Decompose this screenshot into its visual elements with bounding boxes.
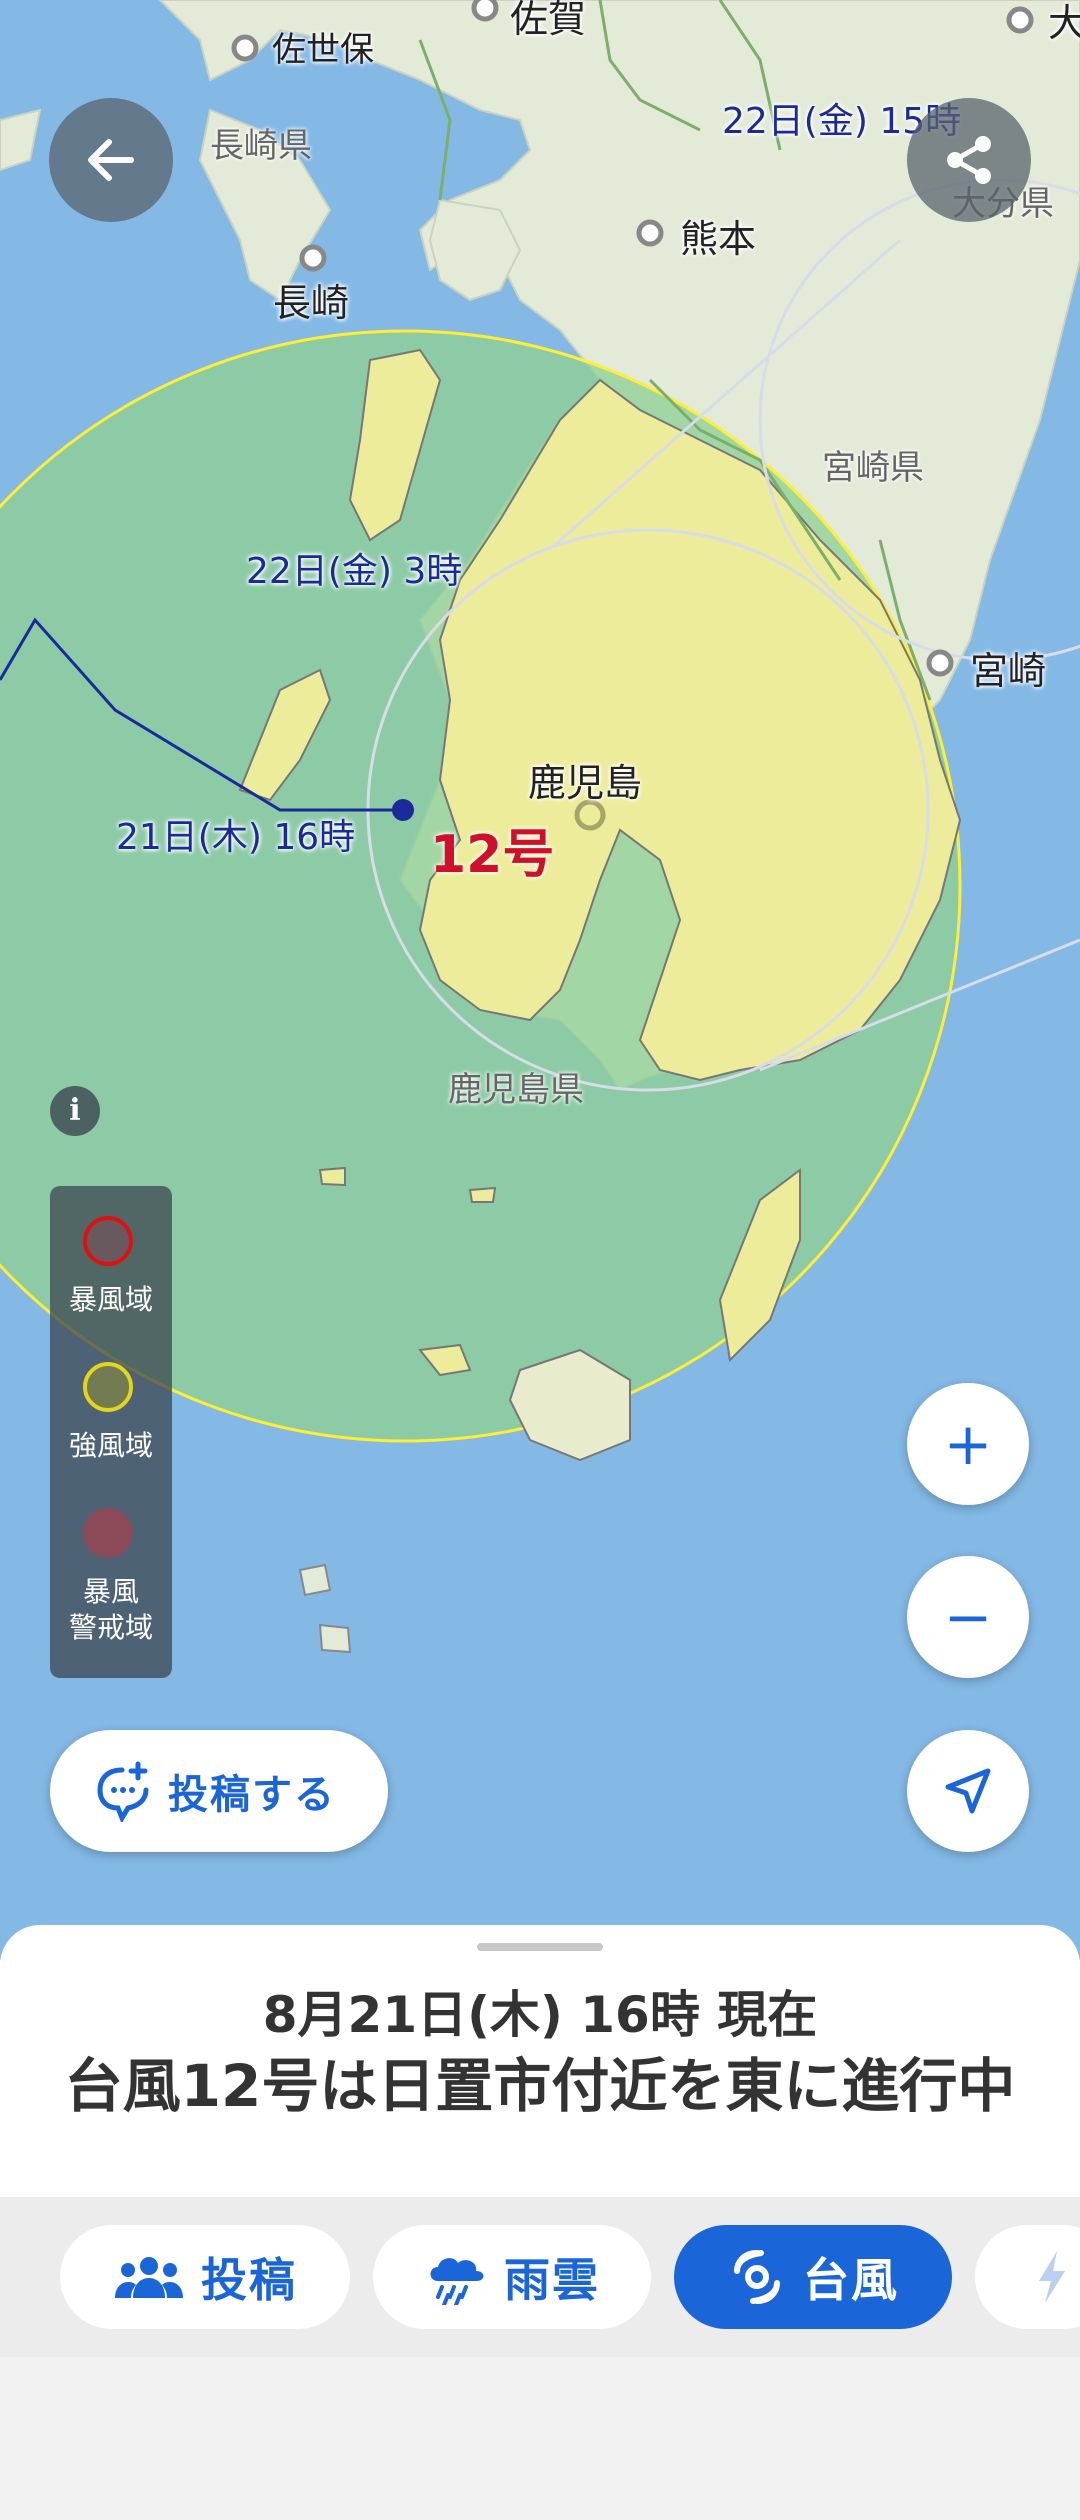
tab-lightning[interactable] — [975, 2225, 1080, 2329]
tab-rain-cloud-label: 雨雲 — [504, 2253, 600, 2307]
forecast-time-current: 21日(木) 16時 — [116, 817, 356, 858]
sheet-drag-handle[interactable] — [477, 1943, 603, 1951]
share-button[interactable] — [907, 98, 1031, 222]
small-islet-1 — [318, 1166, 346, 1187]
people-icon — [115, 2257, 183, 2298]
plus-icon: + — [943, 1410, 993, 1478]
post-button[interactable]: 投稿する — [50, 1730, 388, 1852]
city-marker-saga — [471, 0, 499, 22]
tab-posts-label: 投稿 — [201, 2253, 297, 2307]
city-label-kagoshima: 鹿児島 — [528, 761, 643, 805]
city-label-sasebo: 佐世保 — [272, 30, 374, 70]
small-islet-2 — [468, 1186, 497, 1203]
status-message: 台風12号は日置市付近を東に進行中 — [64, 2052, 1016, 2120]
prefecture-label-miyazaki: 宮崎県 — [822, 448, 924, 488]
prefecture-label-nagasaki: 長崎県 — [210, 126, 312, 166]
city-label-miyazaki: 宮崎 — [970, 649, 1047, 693]
city-marker-miyazaki — [926, 649, 954, 677]
storm-area-swatch — [83, 1216, 133, 1266]
strong-wind-swatch — [83, 1362, 133, 1412]
typhoon-info-sheet[interactable]: 8月21日(木) 16時 現在 台風12号は日置市付近を東に進行中 — [0, 1925, 1080, 2197]
typhoon-icon — [734, 2250, 780, 2304]
storm-warning-swatch — [83, 1508, 133, 1558]
city-label-nagasaki: 長崎 — [273, 281, 350, 325]
city-label-oita: 大 — [1048, 1, 1080, 45]
city-marker-sasebo — [231, 34, 259, 62]
goto-island — [0, 108, 42, 172]
forecast-time-3h: 22日(金) 3時 — [246, 551, 463, 592]
minus-icon: − — [943, 1583, 993, 1651]
city-label-saga: 佐賀 — [510, 0, 587, 41]
legend-panel: 暴風域 強風域 暴風 警戒域 — [50, 1186, 172, 1678]
back-button[interactable] — [49, 98, 173, 222]
post-button-label: 投稿する — [168, 1772, 336, 1818]
city-marker-kumamoto — [636, 219, 664, 247]
tab-typhoon-label: 台風 — [803, 2253, 899, 2307]
tab-rain-cloud[interactable]: 雨雲 — [373, 2225, 651, 2329]
status-datetime: 8月21日(木) 16時 現在 — [262, 1986, 818, 2044]
navigation-arrow-icon — [945, 1768, 991, 1814]
post-comment-icon — [97, 1761, 149, 1822]
city-label-kumamoto: 熊本 — [680, 217, 757, 261]
tab-posts[interactable]: 投稿 — [60, 2225, 350, 2329]
prefecture-label-kagoshima: 鹿児島県 — [448, 1070, 584, 1110]
legend-label-storm-warning: 暴風 警戒域 — [68, 1575, 153, 1644]
city-marker-nagasaki — [299, 244, 327, 272]
legend-label-storm: 暴風域 — [68, 1283, 153, 1316]
small-islet-4 — [318, 1623, 352, 1654]
typhoon-number-label: 12号 — [430, 825, 555, 885]
layer-tab-bar: 投稿 雨雲 台風 — [0, 2197, 1080, 2357]
small-islet-3 — [298, 1563, 332, 1597]
city-marker-oita — [1006, 6, 1034, 34]
typhoon-map[interactable]: 佐世保 佐賀 熊本 長崎 宮崎 鹿児島 大 長崎県 大分県 宮崎県 鹿児島県 2… — [0, 0, 1080, 1960]
typhoon-current-position — [392, 799, 414, 821]
bottom-empty-area — [0, 2357, 1080, 2520]
arrow-left-icon — [88, 139, 134, 181]
lightning-icon — [1039, 2251, 1065, 2303]
share-icon — [947, 136, 991, 184]
legend-label-strong-wind: 強風域 — [68, 1429, 153, 1462]
info-icon[interactable]: i — [50, 1086, 100, 1136]
rain-cloud-icon — [430, 2258, 484, 2305]
tab-typhoon[interactable]: 台風 — [674, 2225, 952, 2329]
current-location-button[interactable] — [907, 1730, 1029, 1852]
zoom-in-button[interactable]: + — [907, 1383, 1029, 1505]
zoom-out-button[interactable]: − — [907, 1556, 1029, 1678]
